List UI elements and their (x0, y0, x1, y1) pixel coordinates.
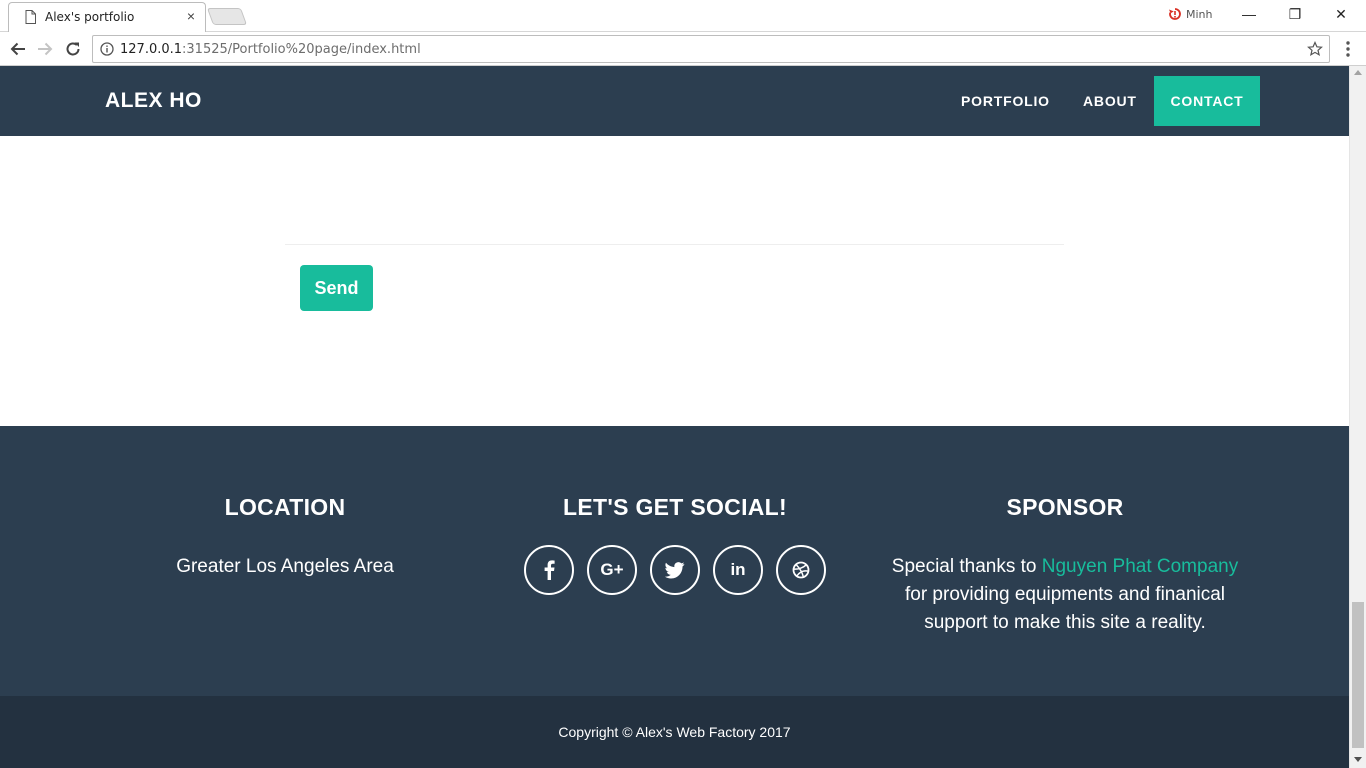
sponsor-text-before: Special thanks to (891, 556, 1042, 577)
send-button[interactable]: Send (300, 265, 373, 311)
new-tab-button[interactable] (206, 8, 248, 25)
page-viewport: ALEX HO PORTFOLIO ABOUT CONTACT Send LOC… (0, 66, 1349, 768)
arrow-right-icon (38, 42, 53, 56)
tab-close-icon[interactable]: × (184, 9, 198, 23)
window-minimize-button[interactable]: — (1226, 0, 1272, 28)
facebook-icon (544, 560, 555, 580)
dribbble-button[interactable] (776, 545, 826, 595)
linkedin-icon: in (730, 560, 746, 579)
linkedin-button[interactable]: in (713, 545, 763, 595)
copyright-text: Copyright © Alex's Web Factory 2017 (558, 724, 791, 740)
reload-button[interactable] (61, 37, 85, 61)
twitter-icon (665, 561, 685, 578)
nav-link-about[interactable]: ABOUT (1068, 76, 1152, 126)
browser-menu-icon[interactable] (1340, 40, 1356, 58)
sponsor-text-after: for providing equipments and finanical s… (904, 584, 1226, 633)
window-close-button[interactable]: ✕ (1318, 0, 1364, 28)
facebook-button[interactable] (524, 545, 574, 595)
url-text: 127.0.0.1:31525/Portfolio%20page/index.h… (120, 42, 421, 57)
dribbble-icon (792, 561, 810, 579)
sync-error-icon (1169, 8, 1181, 20)
form-divider (285, 244, 1064, 245)
sponsor-column: SPONSOR Special thanks to Nguyen Phat Co… (870, 426, 1260, 637)
sponsor-link[interactable]: Nguyen Phat Company (1042, 556, 1238, 577)
social-title: LET'S GET SOCIAL! (563, 494, 787, 520)
social-column: LET'S GET SOCIAL! G+ in (480, 426, 870, 595)
arrow-left-icon (10, 42, 25, 56)
footer-bottom: Copyright © Alex's Web Factory 2017 (0, 696, 1349, 768)
address-bar[interactable]: 127.0.0.1:31525/Portfolio%20page/index.h… (92, 35, 1330, 63)
scroll-down-arrow-icon[interactable] (1354, 757, 1362, 762)
google-plus-button[interactable]: G+ (587, 545, 637, 595)
social-icons: G+ in (480, 545, 870, 595)
location-text: Greater Los Angeles Area (176, 556, 394, 577)
scroll-up-arrow-icon[interactable] (1354, 70, 1362, 75)
browser-toolbar: 127.0.0.1:31525/Portfolio%20page/index.h… (0, 32, 1366, 66)
info-icon[interactable] (100, 42, 114, 56)
profile-button[interactable]: Minh (1168, 7, 1213, 21)
page-scrollbar[interactable] (1349, 66, 1366, 768)
google-plus-icon: G+ (600, 560, 624, 579)
browser-tab[interactable]: Alex's portfolio × (8, 2, 206, 33)
footer-main: LOCATION Greater Los Angeles Area LET'S … (0, 426, 1349, 696)
document-icon (25, 10, 36, 24)
bookmark-star-icon[interactable] (1307, 41, 1323, 57)
profile-name: Minh (1186, 7, 1213, 21)
twitter-button[interactable] (650, 545, 700, 595)
location-title: LOCATION (224, 494, 346, 520)
scrollbar-thumb[interactable] (1352, 602, 1364, 748)
site-navbar: ALEX HO PORTFOLIO ABOUT CONTACT (0, 66, 1349, 136)
nav-link-portfolio[interactable]: PORTFOLIO (946, 76, 1065, 126)
sponsor-title: SPONSOR (1006, 494, 1124, 520)
nav-link-contact[interactable]: CONTACT (1154, 76, 1260, 126)
site-brand[interactable]: ALEX HO (105, 89, 202, 113)
back-button[interactable] (6, 37, 30, 61)
sponsor-text: Special thanks to Nguyen Phat Company fo… (885, 553, 1245, 637)
forward-button[interactable] (33, 37, 57, 61)
browser-tabstrip: Alex's portfolio × Minh — ❐ ✕ (0, 0, 1366, 33)
window-restore-button[interactable]: ❐ (1272, 0, 1318, 28)
reload-icon (66, 42, 80, 56)
tab-title: Alex's portfolio (45, 10, 135, 24)
location-column: LOCATION Greater Los Angeles Area (90, 426, 480, 581)
